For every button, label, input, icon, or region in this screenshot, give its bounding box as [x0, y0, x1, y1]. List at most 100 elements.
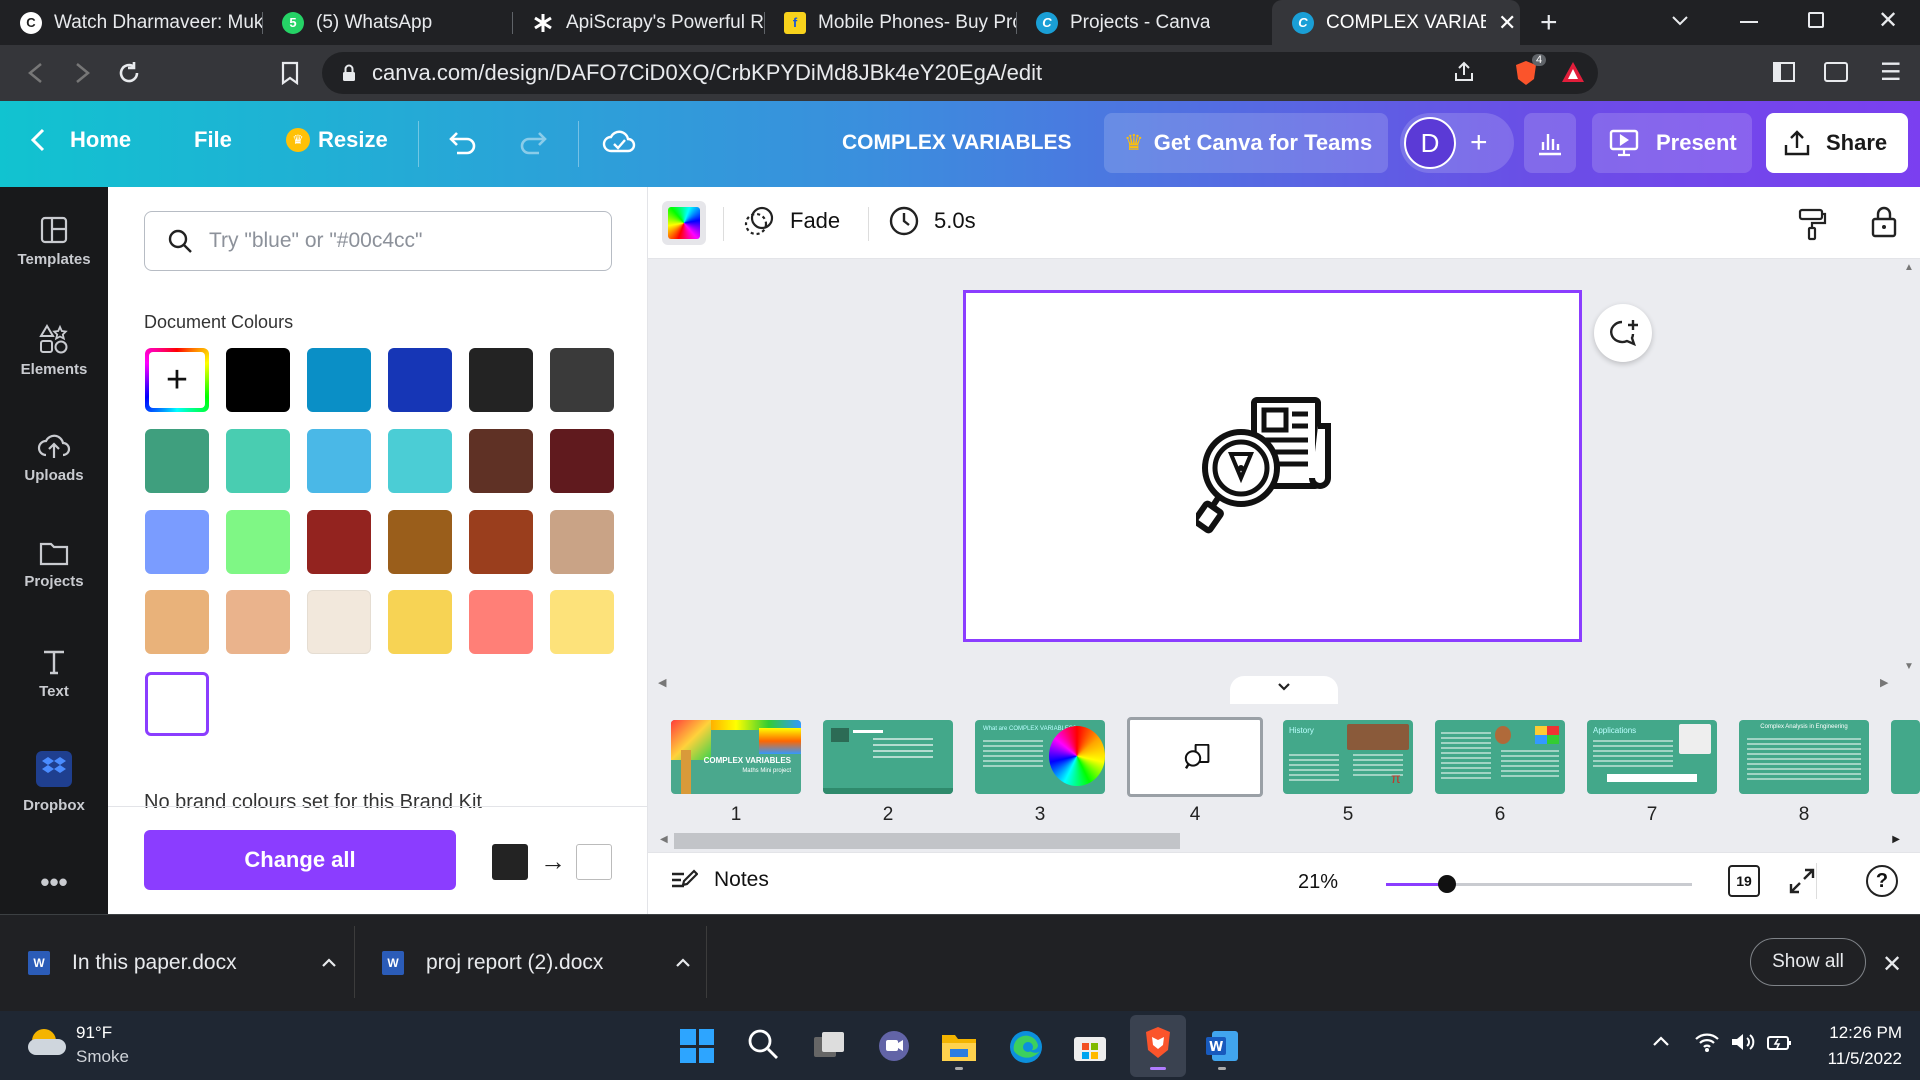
browser-tab[interactable]: ApiScrapy's Powerful Rea [512, 0, 764, 45]
magnifier-document-icon[interactable] [1196, 396, 1336, 536]
colour-swatch[interactable] [469, 510, 533, 574]
present-button[interactable]: Present [1592, 113, 1752, 173]
browser-tab-active[interactable]: C COMPLEX VARIABLE ✕ [1272, 0, 1520, 45]
notes-button[interactable]: Notes [670, 868, 769, 892]
more-icon[interactable]: ••• [0, 867, 108, 898]
colour-swatch[interactable] [307, 429, 371, 493]
volume-icon[interactable] [1730, 1031, 1756, 1053]
colour-picker-button[interactable] [662, 201, 706, 245]
tab-search-icon[interactable] [1670, 10, 1690, 30]
page-thumbnail-3[interactable]: What are COMPLEX VARIABLES? [975, 720, 1105, 794]
restore-button[interactable] [1808, 12, 1824, 28]
url-field[interactable]: canva.com/design/DAFO7CiD0XQ/CrbKPYDiMd8… [322, 52, 1598, 94]
colour-swatch[interactable] [307, 348, 371, 412]
redo-icon[interactable] [518, 129, 548, 157]
avatar[interactable]: D [1404, 117, 1456, 169]
start-icon[interactable] [680, 1029, 714, 1063]
page-thumbnail-7[interactable]: Applications [1587, 720, 1717, 794]
scroll-right-icon[interactable]: ▶ [1880, 676, 1888, 689]
page-thumbnail-2[interactable] [823, 720, 953, 794]
colour-swatch[interactable] [145, 590, 209, 654]
close-tab-icon[interactable]: ✕ [1498, 10, 1516, 36]
temperature[interactable]: 91°F [76, 1023, 112, 1043]
minimize-button[interactable] [1740, 21, 1758, 23]
colour-swatch[interactable] [145, 510, 209, 574]
colour-swatch[interactable] [550, 348, 614, 412]
teams-chat-icon[interactable] [876, 1029, 912, 1063]
horizontal-scrollbar[interactable]: ◀ ▶ [660, 831, 1900, 851]
home-button[interactable]: Home [30, 127, 131, 153]
download-item-1[interactable]: W In this paper.docx [28, 914, 337, 1011]
download-item-2[interactable]: W proj report (2).docx [382, 914, 691, 1011]
reload-icon[interactable] [116, 60, 142, 86]
zoom-slider-handle[interactable] [1438, 875, 1457, 893]
colour-swatch[interactable] [388, 590, 452, 654]
rail-elements[interactable]: Elements [0, 323, 108, 378]
battery-icon[interactable] [1766, 1033, 1792, 1053]
fullscreen-icon[interactable] [1788, 867, 1816, 895]
file-explorer-icon[interactable] [940, 1029, 978, 1070]
colour-swatch[interactable] [226, 429, 290, 493]
slide-canvas[interactable] [963, 290, 1582, 642]
page-thumbnail-8[interactable]: Complex Analysis in Engineering [1739, 720, 1869, 794]
colour-swatch[interactable] [550, 590, 614, 654]
get-canva-teams-button[interactable]: ♛ Get Canva for Teams [1104, 113, 1388, 173]
word-icon[interactable]: W [1204, 1029, 1240, 1070]
edge-icon[interactable] [1008, 1029, 1044, 1065]
colour-swatch[interactable] [388, 429, 452, 493]
colour-swatch[interactable] [469, 348, 533, 412]
page-thumbnail-9[interactable] [1891, 720, 1920, 794]
zoom-slider[interactable] [1386, 875, 1692, 893]
colour-swatch[interactable] [388, 348, 452, 412]
forward-icon[interactable] [72, 62, 92, 84]
add-colour-button[interactable]: + [145, 348, 209, 412]
browser-tab[interactable]: f Mobile Phones- Buy Proc [764, 0, 1016, 45]
lock-icon[interactable] [1870, 205, 1898, 239]
colour-swatch[interactable] [388, 510, 452, 574]
help-icon[interactable]: ? [1866, 865, 1898, 897]
brave-taskbar-button[interactable] [1130, 1015, 1186, 1077]
browser-tab[interactable]: C Projects - Canva [1016, 0, 1268, 45]
colour-swatch[interactable] [307, 510, 371, 574]
colour-swatch[interactable] [550, 510, 614, 574]
search-icon[interactable] [746, 1027, 780, 1061]
colour-swatch[interactable] [226, 348, 290, 412]
rail-templates[interactable]: Templates [0, 215, 108, 268]
rail-uploads[interactable]: Uploads [0, 431, 108, 484]
bookmark-icon[interactable] [280, 61, 300, 85]
page-thumbnail-5[interactable]: History π [1283, 720, 1413, 794]
browser-tab[interactable]: 5 (5) WhatsApp [262, 0, 512, 45]
colour-swatch[interactable] [550, 429, 614, 493]
page-count-button[interactable]: 19 [1728, 865, 1760, 897]
share-button[interactable]: Share [1766, 113, 1908, 173]
colour-swatch[interactable] [226, 510, 290, 574]
add-collaborator-icon[interactable]: + [1470, 126, 1488, 160]
add-comment-button[interactable] [1594, 304, 1652, 362]
wifi-icon[interactable] [1694, 1031, 1720, 1053]
copy-style-icon[interactable] [1796, 207, 1828, 241]
colour-swatch[interactable] [469, 590, 533, 654]
change-all-button[interactable]: Change all [144, 830, 456, 890]
zoom-level[interactable]: 21% [1298, 871, 1338, 894]
close-window-button[interactable]: ✕ [1878, 6, 1898, 35]
collapse-pages-button[interactable] [1230, 676, 1338, 704]
weather-status[interactable]: Smoke [76, 1047, 129, 1067]
page-thumbnail-1[interactable]: COMPLEX VARIABLES Maths Mini project [671, 720, 801, 794]
file-menu-button[interactable]: File [194, 127, 232, 153]
brave-rewards-icon[interactable] [1560, 60, 1586, 84]
share-page-icon[interactable] [1452, 60, 1476, 84]
sidebar-toggle-icon[interactable] [1773, 62, 1795, 82]
page-thumbnail-6[interactable] [1435, 720, 1565, 794]
task-view-icon[interactable] [812, 1029, 848, 1061]
clock[interactable]: 12:26 PM 11/5/2022 [1818, 1023, 1902, 1069]
show-all-button[interactable]: Show all [1750, 938, 1866, 986]
insights-button[interactable] [1524, 113, 1576, 173]
cloud-saved-icon[interactable] [602, 127, 636, 157]
rail-projects[interactable]: Projects [0, 539, 108, 590]
colour-swatch[interactable] [145, 429, 209, 493]
rail-text[interactable]: Text [0, 647, 108, 700]
undo-icon[interactable] [448, 129, 478, 157]
vertical-scrollbar[interactable]: ▲ ▼ [1904, 262, 1916, 672]
new-tab-button[interactable]: + [1540, 6, 1558, 40]
document-title[interactable]: COMPLEX VARIABLES [842, 131, 1071, 155]
